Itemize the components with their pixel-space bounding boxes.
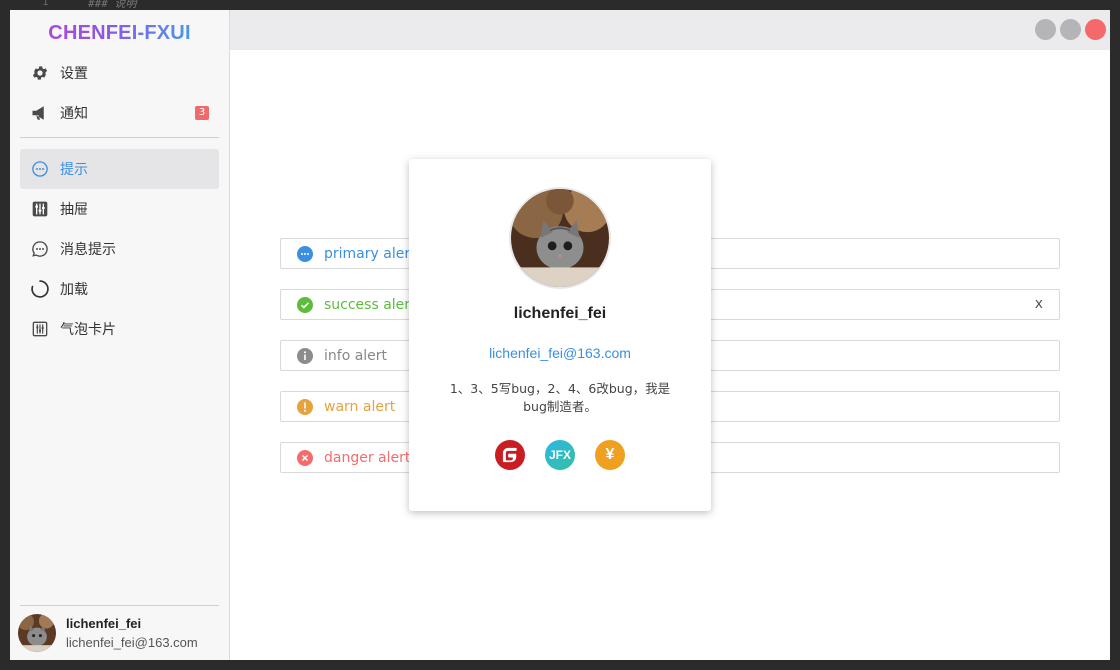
alert-text: danger alert [324, 449, 411, 466]
sidebar-item-label: 设置 [60, 66, 88, 82]
gitee-icon[interactable] [495, 440, 525, 470]
sidebar-item-drawer[interactable]: 抽屉 [20, 189, 219, 229]
info-icon [297, 347, 313, 364]
alert-text: success alert [324, 296, 416, 313]
sidebar-item-tips[interactable]: 提示 [20, 149, 219, 189]
jfx-icon[interactable]: JFX [545, 440, 575, 470]
profile-card: lichenfei_fei lichenfei_fei@163.com 1、3、… [409, 159, 711, 511]
avatar[interactable] [18, 614, 56, 652]
sliders-icon [30, 199, 50, 219]
chat-bubble-icon [297, 245, 313, 262]
check-circle-icon [297, 296, 313, 313]
background-editor: 1 ### 说明 [0, 0, 1120, 10]
sidebar-item-popover[interactable]: 气泡卡片 [20, 309, 219, 349]
title-bar[interactable] [230, 10, 1110, 50]
sidebar-item-loading[interactable]: 加载 [20, 269, 219, 309]
sidebar-top-menu: 设置 通知 3 [20, 53, 219, 133]
sidebar-item-label: 加载 [60, 282, 88, 298]
app-logo: CHENFEI-FXUI [10, 22, 229, 45]
error-icon [297, 449, 313, 466]
card-links: JFX ¥ [409, 440, 711, 470]
maximize-button[interactable] [1060, 19, 1081, 40]
sidebar-item-label: 抽屉 [60, 202, 88, 218]
line-number: 1 [42, 0, 49, 8]
card-description: 1、3、5写bug，2、4、6改bug，我是bug制造者。 [449, 381, 671, 414]
yuan-icon[interactable]: ¥ [595, 440, 625, 470]
card-user-email[interactable]: lichenfei_fei@163.com [409, 345, 711, 361]
sidebar-item-notifications[interactable]: 通知 3 [20, 93, 219, 133]
sidebar-item-label: 提示 [60, 162, 88, 178]
sidebar-item-settings[interactable]: 设置 [20, 53, 219, 93]
megaphone-icon [30, 103, 50, 123]
user-divider [20, 605, 219, 606]
sidebar-item-label: 通知 [60, 106, 88, 122]
alert-text: primary alert [324, 245, 416, 262]
sidebar-divider [20, 137, 219, 138]
alert-text: info alert [324, 347, 388, 364]
alert-text: warn alert [324, 398, 396, 415]
user-email: lichenfei_fei@163.com [66, 635, 198, 650]
sidebar-item-message[interactable]: 消息提示 [20, 229, 219, 269]
user-name: lichenfei_fei [66, 616, 142, 631]
loading-icon [30, 279, 50, 299]
app-window: CHENFEI-FXUI 设置 通知 3 提示 抽屉 消息提示 加载 气泡卡片 … [10, 10, 1110, 660]
alert-close-button[interactable]: x [1035, 296, 1043, 312]
notification-badge: 3 [195, 106, 209, 120]
sidebar-item-label: 气泡卡片 [60, 322, 116, 338]
card-user-name: lichenfei_fei [513, 305, 607, 322]
chat-bubble-icon [30, 159, 50, 179]
minimize-button[interactable] [1035, 19, 1056, 40]
card-avatar [509, 187, 611, 289]
close-window-button[interactable] [1085, 19, 1106, 40]
sidebar-item-label: 消息提示 [60, 242, 116, 258]
sidebar: CHENFEI-FXUI 设置 通知 3 提示 抽屉 消息提示 加载 气泡卡片 … [10, 10, 230, 660]
warning-icon [297, 398, 313, 415]
user-info: lichenfei_fei lichenfei_fei@163.com [66, 616, 198, 650]
sidebar-main-menu: 提示 抽屉 消息提示 加载 气泡卡片 [20, 149, 219, 349]
message-icon [30, 239, 50, 259]
user-profile[interactable]: lichenfei_fei lichenfei_fei@163.com [18, 610, 223, 656]
sliders-box-icon [30, 319, 50, 339]
gear-icon [30, 63, 50, 83]
